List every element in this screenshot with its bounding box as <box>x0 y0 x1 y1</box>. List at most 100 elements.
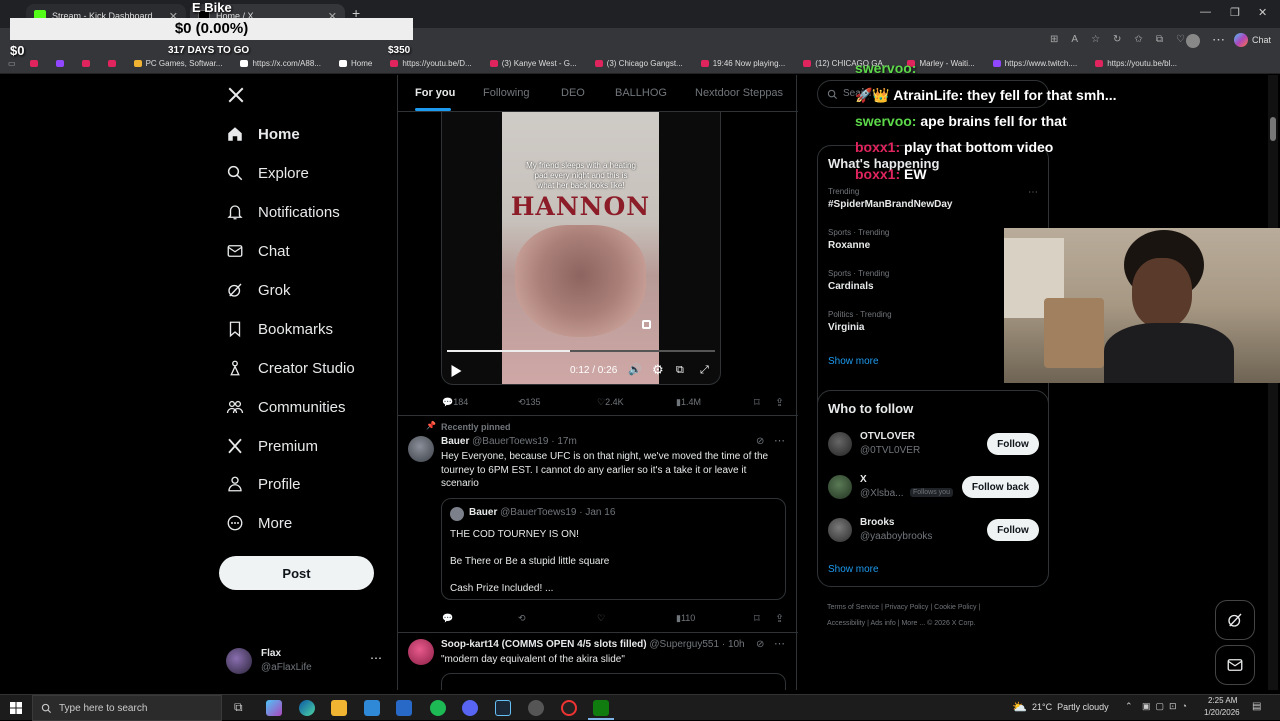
author-handle[interactable]: @BauerToews19 <box>472 436 548 447</box>
nav-creator-studio[interactable]: Creator Studio <box>226 359 355 377</box>
bookmark-item[interactable]: https://x.com/A88... <box>240 59 321 68</box>
maximize-icon[interactable]: ❐ <box>1230 6 1240 19</box>
nav-home[interactable]: Home <box>226 125 300 143</box>
more-dots-icon[interactable]: ⋯ <box>370 651 382 665</box>
nav-profile[interactable]: Profile <box>226 475 301 493</box>
post-card[interactable]: 📌 Recently pinned Bauer @BauerToews19 · … <box>398 416 798 632</box>
repost-button[interactable]: ⟲ <box>518 613 526 624</box>
follow-suggestion[interactable]: OTVLOVER @0TVL0VER Follow <box>828 431 1043 461</box>
views-button[interactable]: ▮ 1.4M <box>676 397 701 408</box>
copilot-chat-button[interactable]: Chat <box>1234 33 1271 47</box>
extensions-icon[interactable]: ⧉ <box>1156 34 1163 45</box>
author-name[interactable]: Bauer <box>441 436 469 447</box>
notification-icon[interactable]: ▤ <box>1252 701 1261 712</box>
views-button[interactable]: ▮ 110 <box>676 613 695 624</box>
record-app-icon[interactable] <box>561 700 577 716</box>
nav-communities[interactable]: Communities <box>226 398 346 416</box>
refresh-icon[interactable]: ↻ <box>1113 34 1121 45</box>
bookmark-item[interactable]: (3) Kanye West - G... <box>489 59 577 68</box>
x-logo-icon[interactable] <box>227 86 245 104</box>
repost-button[interactable]: ⟲ 135 <box>518 397 541 408</box>
obs-icon[interactable] <box>528 700 544 716</box>
post-time[interactable]: 17m <box>557 436 576 447</box>
weather-text[interactable]: 21°C Partly cloudy <box>1032 702 1109 712</box>
follow-button[interactable]: Follow <box>987 519 1039 541</box>
footer-link[interactable]: Terms of Service <box>827 604 879 611</box>
steam-icon[interactable] <box>495 700 511 716</box>
more-dots-icon[interactable]: ⋯ <box>1028 187 1038 198</box>
nav-bookmarks[interactable]: Bookmarks <box>226 320 333 338</box>
menu-icon[interactable]: ⋯ <box>1212 32 1225 48</box>
bookmark-item[interactable] <box>29 60 38 67</box>
show-more-link[interactable]: Show more <box>828 564 879 575</box>
scrollbar-thumb[interactable] <box>1270 117 1276 141</box>
footer-link[interactable]: More ... <box>901 620 925 627</box>
quoted-post[interactable]: Bauer @BauerToews19 · Jan 16 THE COD TOU… <box>441 498 786 600</box>
grok-icon[interactable]: ⊘ <box>756 639 764 650</box>
tab-nextdoor-steppas[interactable]: Nextdoor Steppas <box>695 87 783 99</box>
follow-suggestion[interactable]: X @Xlsba... Follows you Follow back <box>828 474 1043 504</box>
post-time[interactable]: 10h <box>728 639 745 650</box>
star-icon[interactable]: ☆ <box>1091 34 1100 45</box>
footer-link[interactable]: Cookie Policy <box>934 604 976 611</box>
video-progress-track[interactable] <box>447 350 715 352</box>
show-more-link[interactable]: Show more <box>828 356 879 367</box>
author-name[interactable]: Soop-kart14 (COMMS OPEN 4/5 slots filled… <box>441 639 647 650</box>
post-card[interactable]: Soop-kart14 (COMMS OPEN 4/5 slots filled… <box>398 633 798 690</box>
nav-chat[interactable]: Chat <box>226 242 290 260</box>
footer-link[interactable]: Ads info <box>870 620 895 627</box>
tab-for-you[interactable]: For you <box>415 87 455 99</box>
edge-icon[interactable] <box>299 700 315 716</box>
settings-icon[interactable]: ⚙ <box>652 362 664 378</box>
nav-notifications[interactable]: Notifications <box>226 203 340 221</box>
close-window-icon[interactable]: ✕ <box>1258 6 1267 19</box>
bookmark-icon[interactable]: ⌑ <box>754 396 760 409</box>
pip-icon[interactable]: ⧉ <box>676 364 684 377</box>
like-button[interactable]: ♡ <box>597 613 605 624</box>
bookmark-item[interactable]: https://youtu.be/D... <box>390 59 472 68</box>
more-dots-icon[interactable]: ⋯ <box>774 434 785 447</box>
clock-time[interactable]: 2:25 AM <box>1208 696 1237 705</box>
spotify-icon[interactable] <box>430 700 446 716</box>
bookmark-item[interactable] <box>81 60 90 67</box>
nav-premium[interactable]: Premium <box>226 437 318 455</box>
bookmark-item[interactable]: (3) Chicago Gangst... <box>594 59 683 68</box>
more-dots-icon[interactable]: ⋯ <box>774 637 785 650</box>
nav-more[interactable]: More <box>226 514 292 532</box>
trend-item[interactable]: Trending #SpiderManBrandNewDay ⋯ <box>828 187 1038 210</box>
bookmark-item[interactable] <box>107 60 116 67</box>
share-icon[interactable]: ⇪ <box>775 612 784 625</box>
tray-icons[interactable]: ▣▢⊡◔ <box>1142 701 1192 712</box>
tray-chevron-icon[interactable]: ⌃ <box>1125 701 1133 712</box>
mail-app-icon[interactable] <box>396 700 412 716</box>
reply-button[interactable]: 💬 184 <box>442 397 468 408</box>
volume-icon[interactable]: 🔊 <box>628 363 642 376</box>
nav-explore[interactable]: Explore <box>226 164 309 182</box>
bookmark-item[interactable]: 19:46 Now playing... <box>700 59 785 68</box>
post-button[interactable]: Post <box>219 556 374 590</box>
play-icon[interactable] <box>451 365 462 377</box>
account-switcher[interactable]: Flax @aFlaxLife ⋯ <box>226 647 386 677</box>
like-button[interactable]: ♡ 2.4K <box>597 397 624 408</box>
grok-icon[interactable]: ⊘ <box>756 436 764 447</box>
video-player[interactable]: HANNON My friend sleeps with a heating p… <box>441 112 721 385</box>
taskbar-search[interactable]: Type here to search <box>32 695 222 721</box>
bookmark-item[interactable]: Home <box>338 59 372 68</box>
minimize-icon[interactable]: — <box>1200 6 1211 18</box>
avatar[interactable] <box>1186 34 1200 48</box>
store-icon[interactable] <box>364 700 380 716</box>
reading-list-icon[interactable]: ▭ <box>8 59 16 68</box>
follow-suggestion[interactable]: Brooks @yaaboybrooks Follow <box>828 517 1043 547</box>
fullscreen-icon[interactable]: ⤢ <box>700 364 709 377</box>
copilot-icon[interactable] <box>266 700 282 716</box>
discord-icon[interactable] <box>462 700 478 716</box>
footer-link[interactable]: Accessibility <box>827 620 865 627</box>
reply-button[interactable]: 💬 <box>442 613 453 624</box>
windows-start-icon[interactable] <box>10 702 22 714</box>
nav-grok[interactable]: Grok <box>226 281 291 299</box>
share-icon[interactable]: ⇪ <box>775 396 784 409</box>
author-handle[interactable]: @Superguy551 <box>649 639 719 650</box>
bookmark-icon[interactable]: ⌑ <box>754 612 760 625</box>
quoted-post[interactable] <box>441 673 786 690</box>
avatar[interactable] <box>408 639 434 665</box>
